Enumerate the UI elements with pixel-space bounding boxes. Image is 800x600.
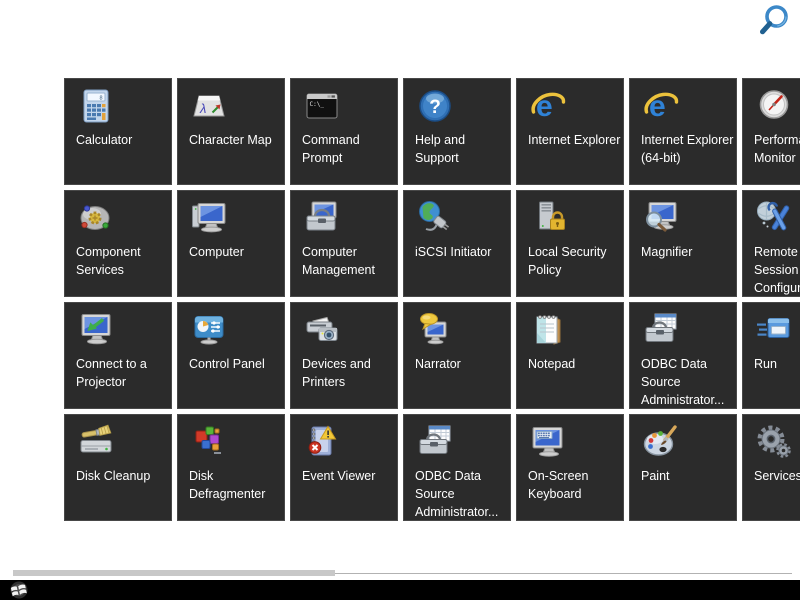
on-screen-keyboard-icon — [529, 423, 567, 461]
tile-label: Paint — [641, 467, 736, 485]
start-button[interactable] — [8, 580, 30, 600]
tile-label: Narrator — [415, 355, 510, 373]
tile-label: Services — [754, 467, 800, 485]
connect-projector-icon — [77, 311, 115, 349]
component-services-icon — [77, 199, 115, 237]
tile-label: Performance Monitor — [754, 131, 800, 167]
odbc-icon — [642, 311, 680, 349]
tile-label: Remote Desktop Session Host Configuratio… — [754, 243, 800, 297]
performance-monitor-icon — [755, 87, 793, 125]
tile-iscsi-initiator[interactable]: iSCSI Initiator — [403, 190, 511, 297]
local-security-policy-icon — [529, 199, 567, 237]
tile-internet-explorer-64-bit[interactable]: e Internet Explorer (64-bit) — [629, 78, 737, 185]
tile-help-and-support[interactable]: ? Help and Support — [403, 78, 511, 185]
tile-label: Devices and Printers — [302, 355, 397, 391]
paint-icon — [642, 423, 680, 461]
svg-text:?: ? — [429, 97, 441, 118]
tile-local-security-policy[interactable]: Local Security Policy — [516, 190, 624, 297]
calculator-icon: 8 — [77, 87, 115, 125]
tile-devices-and-printers[interactable]: Devices and Printers — [290, 302, 398, 409]
rd-session-host-icon — [755, 199, 793, 237]
apps-tile-grid: 8 Calculator λ Character Map C:\_ Command Pro… — [64, 78, 800, 521]
disk-cleanup-icon — [77, 423, 115, 461]
svg-text:λ: λ — [199, 101, 206, 116]
tile-label: Disk Cleanup — [76, 467, 171, 485]
narrator-icon — [416, 311, 454, 349]
tile-label: Disk Defragmenter — [189, 467, 284, 503]
tile-odbc-data-source-administrator[interactable]: ODBC Data Source Administrator... — [629, 302, 737, 409]
tile-performance-monitor[interactable]: Performance Monitor — [742, 78, 800, 185]
tile-odbc-data-source-administrator[interactable]: ODBC Data Source Administrator... — [403, 414, 511, 521]
tile-label: iSCSI Initiator — [415, 243, 510, 261]
svg-text:C:\_: C:\_ — [310, 101, 325, 108]
tile-label: Local Security Policy — [528, 243, 623, 279]
tile-label: Run — [754, 355, 800, 373]
devices-printers-icon — [303, 311, 341, 349]
tile-label: Character Map — [189, 131, 284, 149]
taskbar — [0, 580, 800, 600]
horizontal-scrollbar-thumb[interactable] — [13, 570, 335, 576]
tile-label: ODBC Data Source Administrator... — [641, 355, 736, 409]
disk-defragmenter-icon — [190, 423, 228, 461]
tile-event-viewer[interactable]: Event Viewer — [290, 414, 398, 521]
tile-magnifier[interactable]: Magnifier — [629, 190, 737, 297]
tile-component-services[interactable]: Component Services — [64, 190, 172, 297]
tile-disk-defragmenter[interactable]: Disk Defragmenter — [177, 414, 285, 521]
windows-logo-icon — [8, 580, 30, 600]
tile-paint[interactable]: Paint — [629, 414, 737, 521]
tile-connect-to-a-projector[interactable]: Connect to a Projector — [64, 302, 172, 409]
tile-label: ODBC Data Source Administrator... — [415, 467, 510, 521]
tile-label: Help and Support — [415, 131, 510, 167]
svg-text:8: 8 — [100, 96, 103, 102]
tile-label: Magnifier — [641, 243, 736, 261]
internet-explorer-icon: e — [642, 87, 680, 125]
tile-computer-management[interactable]: Computer Management — [290, 190, 398, 297]
iscsi-initiator-icon — [416, 199, 454, 237]
tile-run[interactable]: Run — [742, 302, 800, 409]
notepad-icon — [529, 311, 567, 349]
tile-label: Component Services — [76, 243, 171, 279]
event-viewer-icon — [303, 423, 341, 461]
computer-icon — [190, 199, 228, 237]
control-panel-icon — [190, 311, 228, 349]
tile-disk-cleanup[interactable]: Disk Cleanup — [64, 414, 172, 521]
tile-control-panel[interactable]: Control Panel — [177, 302, 285, 409]
run-icon — [755, 311, 793, 349]
odbc-icon — [416, 423, 454, 461]
command-prompt-icon: C:\_ — [303, 87, 341, 125]
horizontal-scrollbar-track[interactable] — [335, 573, 792, 574]
tile-character-map[interactable]: λ Character Map — [177, 78, 285, 185]
magnifier-icon — [642, 199, 680, 237]
tile-computer[interactable]: Computer — [177, 190, 285, 297]
tile-label: Event Viewer — [302, 467, 397, 485]
tile-remote-desktop-session-host-configuration[interactable]: Remote Desktop Session Host Configuratio… — [742, 190, 800, 297]
internet-explorer-icon: e — [529, 87, 567, 125]
tile-label: Computer — [189, 243, 284, 261]
tile-label: On-Screen Keyboard — [528, 467, 623, 503]
tile-label: Internet Explorer — [528, 131, 623, 149]
character-map-icon: λ — [190, 87, 228, 125]
tile-command-prompt[interactable]: C:\_ Command Prompt — [290, 78, 398, 185]
tile-on-screen-keyboard[interactable]: On-Screen Keyboard — [516, 414, 624, 521]
tile-label: Computer Management — [302, 243, 397, 279]
computer-management-icon — [303, 199, 341, 237]
tile-label: Internet Explorer (64-bit) — [641, 131, 736, 167]
tile-label: Control Panel — [189, 355, 284, 373]
tile-label: Command Prompt — [302, 131, 397, 167]
tile-calculator[interactable]: 8 Calculator — [64, 78, 172, 185]
tile-internet-explorer[interactable]: e Internet Explorer — [516, 78, 624, 185]
tile-notepad[interactable]: Notepad — [516, 302, 624, 409]
services-icon — [755, 423, 793, 461]
tile-label: Notepad — [528, 355, 623, 373]
tile-narrator[interactable]: Narrator — [403, 302, 511, 409]
tile-services[interactable]: Services — [742, 414, 800, 521]
tile-label: Connect to a Projector — [76, 355, 171, 391]
tile-label: Calculator — [76, 131, 171, 149]
help-support-icon: ? — [416, 87, 454, 125]
search-icon[interactable] — [752, 2, 794, 42]
